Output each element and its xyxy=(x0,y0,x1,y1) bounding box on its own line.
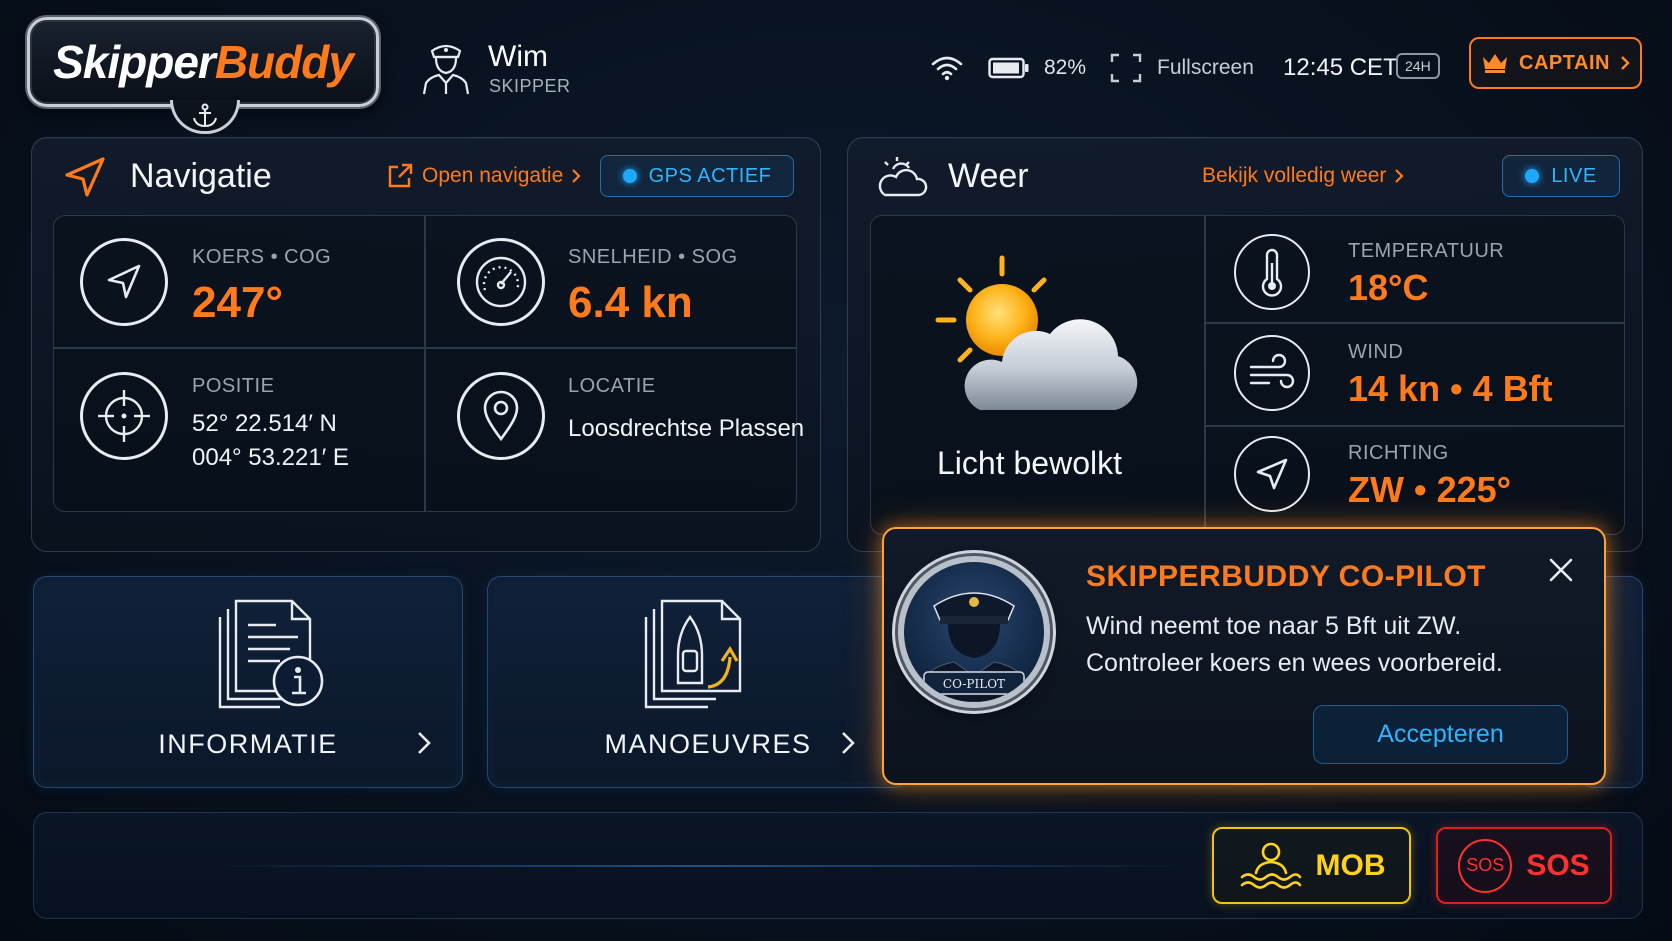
captain-label: CAPTAIN xyxy=(1519,51,1610,74)
wind-label: WIND xyxy=(1348,341,1404,363)
app-logo: Skipper Buddy xyxy=(27,17,379,107)
chevron-right-icon xyxy=(1395,169,1404,183)
sos-button[interactable]: SOS SOS xyxy=(1436,827,1612,904)
man-overboard-icon xyxy=(1240,842,1301,889)
direction-value: ZW • 225° xyxy=(1348,469,1512,510)
partly-cloudy-icon xyxy=(875,155,929,199)
course-value: 247° xyxy=(192,278,284,327)
boat-manoeuvre-icon xyxy=(638,595,758,715)
speedometer-icon xyxy=(457,238,545,326)
copilot-message: Wind neemt toe naar 5 Bft uit ZW. Contro… xyxy=(1086,612,1503,677)
informatie-tile[interactable]: INFORMATIE xyxy=(33,576,463,788)
direction-arrow-icon xyxy=(1234,436,1310,512)
gps-status-label: GPS ACTIEF xyxy=(648,164,772,187)
bottom-bar-glow xyxy=(200,865,1200,867)
manoeuvres-label: MANOEUVRES xyxy=(604,729,812,759)
gps-status-badge: GPS ACTIEF xyxy=(600,155,794,197)
grid-divider xyxy=(1204,322,1625,324)
compass-icon xyxy=(80,238,168,326)
sos-label: SOS xyxy=(1526,848,1590,882)
wind-value: 14 kn • 4 Bft xyxy=(1348,368,1553,409)
copilot-title: SKIPPERBUDDY CO-PILOT xyxy=(1086,560,1486,593)
grid-divider xyxy=(1204,425,1625,427)
position-latitude: 52° 22.514′ N xyxy=(192,410,337,437)
chevron-right-icon xyxy=(840,730,856,756)
open-navigation-link[interactable]: Open navigatie xyxy=(386,162,581,190)
accept-button[interactable]: Accepteren xyxy=(1313,705,1568,764)
live-dot xyxy=(1525,169,1540,183)
crown-icon xyxy=(1483,54,1508,73)
document-info-icon xyxy=(210,595,330,715)
temperature-label: TEMPERATUUR xyxy=(1348,240,1505,262)
grid-divider xyxy=(53,347,797,349)
copilot-badge-text: CO-PILOT xyxy=(943,677,1005,691)
battery-percentage: 82% xyxy=(1044,56,1087,79)
grid-divider xyxy=(1204,215,1206,535)
thermometer-icon xyxy=(1234,234,1310,310)
grid-divider xyxy=(424,215,426,512)
full-weather-label: Bekijk volledig weer xyxy=(1202,164,1387,187)
close-icon[interactable] xyxy=(1544,553,1578,587)
sos-ring-icon: SOS xyxy=(1458,838,1513,893)
external-link-icon xyxy=(388,163,413,188)
course-label: KOERS • COG xyxy=(192,246,332,268)
copilot-avatar: CO-PILOT xyxy=(898,556,1050,708)
navigation-arrow-icon xyxy=(63,155,107,199)
logo-text-skipper: Skipper xyxy=(53,36,216,88)
gps-status-dot xyxy=(622,169,637,183)
captain-button[interactable]: CAPTAIN xyxy=(1469,37,1642,89)
logo-text-buddy: Buddy xyxy=(214,36,354,88)
chevron-right-icon xyxy=(1621,56,1630,70)
battery-icon xyxy=(988,48,1030,88)
informatie-label: INFORMATIE xyxy=(158,729,338,759)
weather-title: Weer xyxy=(948,157,1029,195)
clock: 12:45 CET xyxy=(1283,54,1398,81)
position-longitude: 004° 53.221′ E xyxy=(192,444,349,471)
sun-cloud-illustration xyxy=(930,250,1150,430)
skipper-avatar-icon[interactable] xyxy=(420,37,472,95)
position-label: POSITIE xyxy=(192,375,275,397)
manoeuvres-tile[interactable]: MANOEUVRES xyxy=(487,576,907,788)
user-name: Wim xyxy=(488,40,548,73)
speed-value: 6.4 kn xyxy=(568,278,693,327)
user-role: SKIPPER xyxy=(489,76,571,96)
crosshair-icon xyxy=(80,372,168,460)
chevron-right-icon xyxy=(416,730,432,756)
live-badge: LIVE xyxy=(1502,155,1620,197)
live-label: LIVE xyxy=(1551,164,1597,187)
location-value: Loosdrechtse Plassen xyxy=(568,415,805,442)
mob-label: MOB xyxy=(1315,848,1386,882)
navigation-title: Navigatie xyxy=(130,157,272,195)
weather-condition: Licht bewolkt xyxy=(937,445,1122,481)
mob-button[interactable]: MOB xyxy=(1212,827,1411,904)
fullscreen-button[interactable]: Fullscreen xyxy=(1157,48,1254,88)
anchor-icon xyxy=(170,100,240,134)
clock-format-badge: 24H xyxy=(1396,53,1440,79)
full-weather-link[interactable]: Bekijk volledig weer xyxy=(1202,164,1404,188)
direction-label: RICHTING xyxy=(1348,442,1449,464)
location-label: LOCATIE xyxy=(568,375,656,397)
open-navigation-label: Open navigatie xyxy=(422,164,564,187)
chevron-right-icon xyxy=(572,169,581,183)
fullscreen-icon[interactable] xyxy=(1110,48,1142,88)
location-pin-icon xyxy=(457,372,545,460)
temperature-value: 18°C xyxy=(1348,267,1429,308)
speed-label: SNELHEID • SOG xyxy=(568,246,738,268)
wifi-icon xyxy=(930,48,964,88)
wind-icon xyxy=(1234,335,1310,411)
